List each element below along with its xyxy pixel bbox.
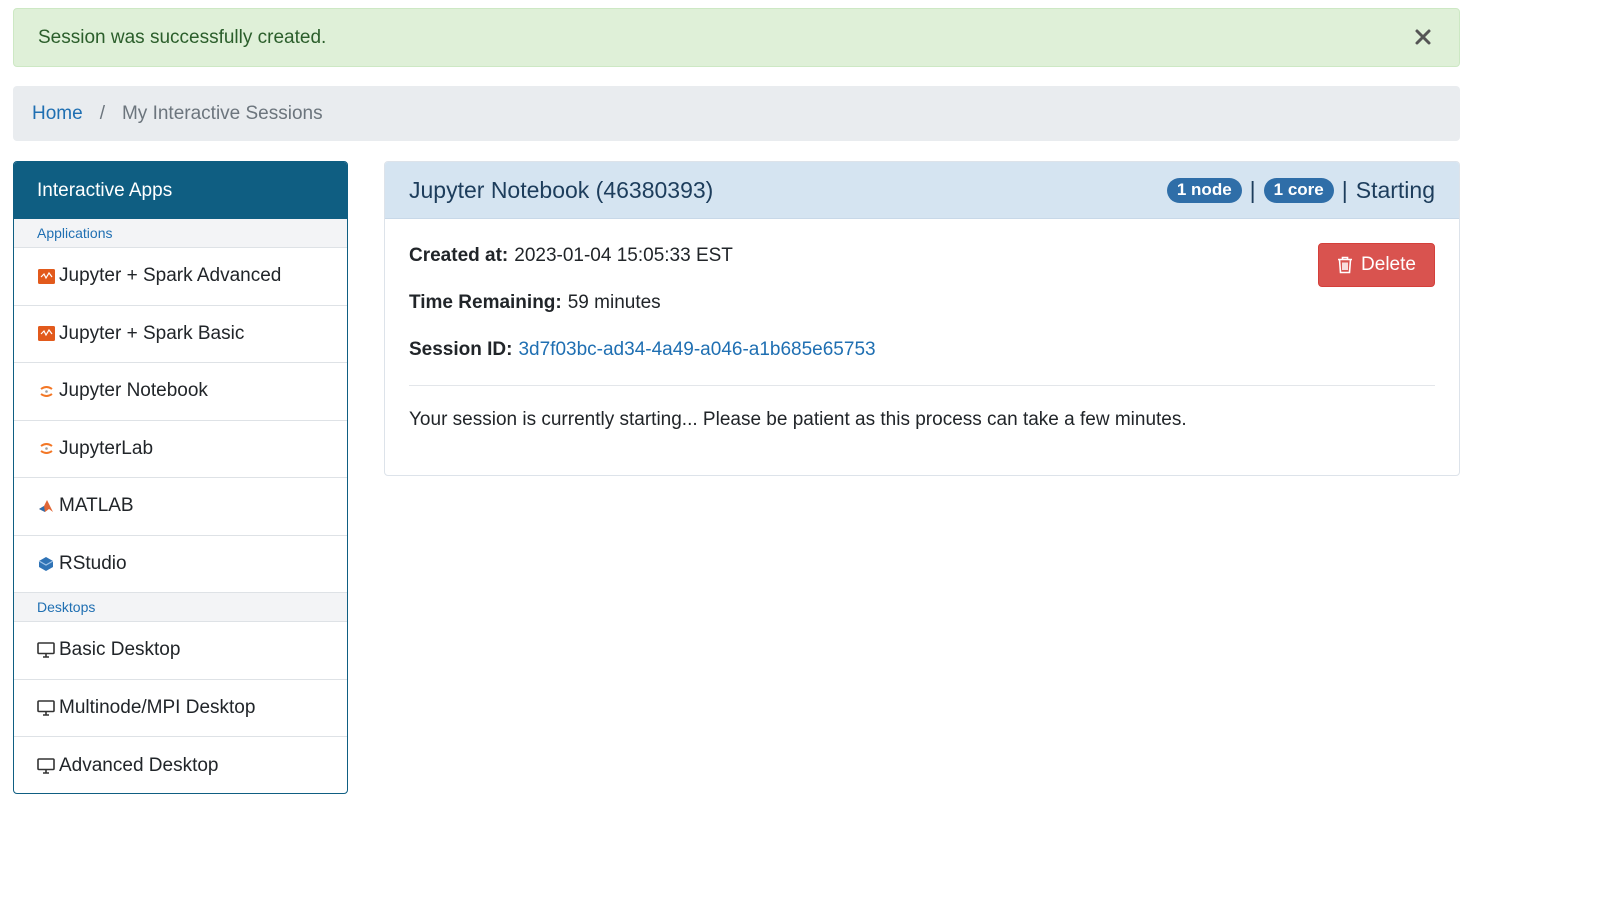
session-id-link[interactable]: 3d7f03bc-ad34-4a49-a046-a1b685e65753: [518, 339, 875, 361]
session-status: Starting: [1355, 176, 1435, 203]
breadcrumb-separator: /: [99, 102, 105, 124]
divider: [409, 385, 1435, 386]
node-count-badge: 1 node: [1166, 177, 1242, 203]
matlab-icon: [37, 497, 55, 515]
sidebar-item-label: JupyterLab: [59, 437, 154, 459]
sidebar-item-advanced-desktop[interactable]: Advanced Desktop: [14, 737, 347, 793]
sidebar-item-label: Basic Desktop: [59, 639, 181, 661]
breadcrumb: Home / My Interactive Sessions: [13, 86, 1460, 141]
session-status-bar: 1 node | 1 core | Starting: [1166, 176, 1435, 204]
desktop-icon: [37, 757, 55, 775]
sidebar-item-jupyter-spark-advanced[interactable]: Jupyter + Spark Advanced: [14, 248, 347, 306]
sidebar-section-desktops: Desktops: [14, 593, 347, 622]
sidebar-item-basic-desktop[interactable]: Basic Desktop: [14, 622, 347, 680]
sidebar-item-label: Multinode/MPI Desktop: [59, 696, 256, 718]
session-card-header: Jupyter Notebook (46380393) 1 node | 1 c…: [385, 162, 1459, 219]
sidebar-item-rstudio[interactable]: RStudio: [14, 536, 347, 593]
sidebar-title: Interactive Apps: [14, 162, 347, 219]
success-alert: Session was successfully created.: [13, 8, 1460, 67]
rstudio-icon: [37, 555, 55, 573]
interactive-apps-sidebar: Interactive Apps Applications Jupyter + …: [13, 161, 348, 794]
sidebar-item-matlab[interactable]: MATLAB: [14, 478, 347, 536]
spark-icon: [37, 267, 55, 285]
close-icon[interactable]: [1411, 25, 1435, 49]
session-card: Jupyter Notebook (46380393) 1 node | 1 c…: [384, 161, 1460, 476]
sidebar-item-label: Advanced Desktop: [59, 754, 219, 776]
sidebar-item-jupyter-notebook[interactable]: Jupyter Notebook: [14, 363, 347, 421]
sidebar-item-label: Jupyter Notebook: [59, 380, 208, 402]
time-remaining-value: 59 minutes: [567, 292, 661, 313]
created-at-label: Created at:: [409, 245, 509, 266]
desktop-icon: [37, 641, 55, 659]
status-separator: |: [1341, 176, 1348, 203]
jupyter-icon: [37, 382, 55, 400]
status-separator: |: [1249, 176, 1256, 203]
jupyter-icon: [37, 440, 55, 458]
time-remaining-label: Time Remaining:: [409, 292, 562, 313]
breadcrumb-home-link[interactable]: Home: [32, 103, 83, 125]
session-starting-message: Your session is currently starting... Pl…: [409, 409, 1187, 430]
time-remaining-row: Time Remaining: 59 minutes: [409, 292, 1435, 339]
sidebar-item-label: RStudio: [59, 552, 127, 574]
delete-button[interactable]: Delete: [1318, 243, 1435, 287]
created-at-row: Created at: 2023-01-04 15:05:33 EST: [409, 245, 1435, 292]
sidebar-item-label: Jupyter + Spark Advanced: [59, 265, 282, 287]
sidebar-item-label: Jupyter + Spark Basic: [59, 322, 245, 344]
desktop-icon: [37, 699, 55, 717]
sidebar-item-jupyter-spark-basic[interactable]: Jupyter + Spark Basic: [14, 306, 347, 363]
sidebar-item-jupyterlab[interactable]: JupyterLab: [14, 421, 347, 478]
breadcrumb-current: My Interactive Sessions: [121, 102, 323, 124]
created-at-value: 2023-01-04 15:05:33 EST: [514, 245, 733, 266]
session-card-body: Created at: 2023-01-04 15:05:33 EST Time…: [385, 219, 1459, 431]
spark-icon: [37, 325, 55, 343]
session-title: Jupyter Notebook (46380393): [409, 176, 714, 203]
sidebar-section-applications: Applications: [14, 219, 347, 248]
delete-button-label: Delete: [1361, 254, 1416, 275]
session-id-label: Session ID:: [409, 339, 513, 360]
core-count-badge: 1 core: [1263, 177, 1334, 203]
sidebar-item-label: MATLAB: [59, 495, 134, 517]
sidebar-item-multinode-mpi-desktop[interactable]: Multinode/MPI Desktop: [14, 680, 347, 737]
session-id-row: Session ID: 3d7f03bc-ad34-4a49-a046-a1b6…: [409, 339, 1435, 386]
trash-icon: [1337, 256, 1353, 274]
alert-message: Session was successfully created.: [38, 26, 327, 48]
